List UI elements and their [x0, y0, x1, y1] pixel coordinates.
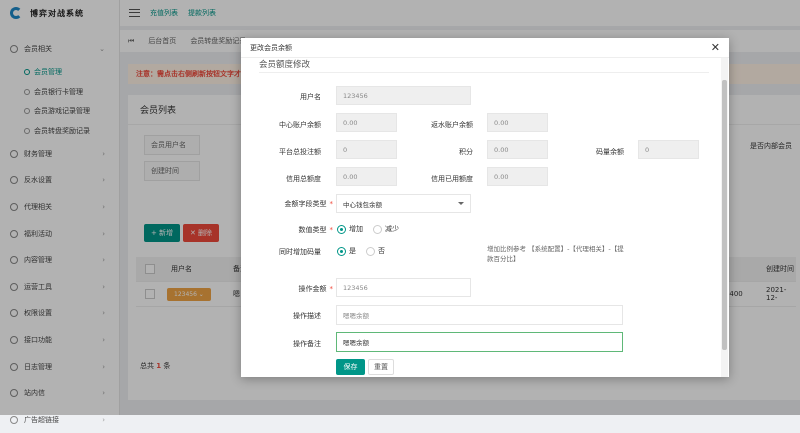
radio-yes-label: 是 — [349, 247, 356, 255]
dialog-scrollbar[interactable] — [721, 58, 728, 377]
save-button[interactable]: 保存 — [336, 359, 365, 375]
radio-yes[interactable]: 是 — [337, 246, 356, 256]
field-type-label: 金额字段类型 * — [241, 199, 334, 209]
num-type-label: 数值类型 * — [241, 225, 334, 235]
field-type-label-text: 金额字段类型 — [284, 200, 327, 208]
radio-subtract-label: 减少 — [385, 225, 399, 233]
dialog-body: 会员额度修改 用户名 123456 中心账户余额 0.00 返水账户余额 0.0… — [241, 58, 721, 377]
menu-icon — [10, 415, 18, 424]
rebate-balance-field: 0.00 — [487, 113, 548, 132]
platform-bet-label: 平台总投注额 — [279, 148, 321, 156]
radio-no-label: 否 — [378, 247, 385, 255]
username-field: 123456 — [336, 86, 471, 105]
caret-down-icon — [458, 202, 464, 205]
num-type-radio-group: 增加 减少 — [337, 224, 399, 234]
section-title: 会员额度修改 — [259, 58, 709, 73]
username-label: 用户名 — [300, 93, 321, 101]
scrollbar-thumb[interactable] — [722, 80, 727, 350]
radio-add[interactable]: 增加 — [337, 224, 363, 234]
ratio-hint: 增加比例参考 【系统配置】-【代理相关】-【提款百分比】 — [487, 245, 624, 263]
radio-add-label: 增加 — [349, 225, 363, 233]
dialog-title: 更改会员余额 — [241, 38, 729, 58]
required-mark: * — [329, 285, 334, 293]
credit-total-field: 0.00 — [336, 167, 397, 186]
credit-used-label: 信用已用额度 — [431, 175, 473, 183]
code-balance-label: 码量余额 — [596, 148, 624, 156]
amount-label: 操作金额 * — [241, 284, 334, 294]
add-code-label: 同时增加码量 — [279, 248, 321, 256]
radio-no[interactable]: 否 — [366, 246, 385, 256]
field-type-value: 中心钱包余额 — [343, 200, 382, 209]
platform-bet-field: 0 — [336, 140, 397, 159]
radio-checked-icon — [337, 224, 346, 234]
code-balance-field: 0 — [638, 140, 699, 159]
center-balance-field: 0.00 — [336, 113, 397, 132]
radio-unchecked-icon — [366, 246, 375, 256]
remark-label: 操作备注 — [293, 340, 321, 348]
required-mark: * — [329, 200, 334, 208]
num-type-label-text: 数值类型 — [298, 226, 327, 234]
rebate-balance-label: 返水账户余额 — [431, 121, 473, 129]
credit-total-label: 信用总额度 — [286, 175, 321, 183]
radio-subtract[interactable]: 减少 — [373, 224, 399, 234]
credit-used-field: 0.00 — [487, 167, 548, 186]
sidebar-item-label: 广告超链接 — [24, 415, 59, 424]
field-type-select[interactable]: 中心钱包余额 — [336, 194, 471, 213]
close-icon[interactable]: ✕ — [711, 42, 720, 54]
add-code-radio-group: 是 否 — [337, 246, 385, 256]
chevron-right-icon: › — [102, 415, 105, 424]
reset-button[interactable]: 重置 — [368, 359, 394, 375]
radio-checked-icon — [337, 246, 346, 256]
edit-balance-dialog: 更改会员余额 ✕ 会员额度修改 用户名 123456 中心账户余额 0.00 返… — [241, 38, 729, 377]
desc-label: 操作描述 — [293, 312, 321, 320]
points-label: 积分 — [459, 148, 473, 156]
radio-unchecked-icon — [373, 224, 382, 234]
center-balance-label: 中心账户余额 — [279, 121, 321, 129]
amount-label-text: 操作金额 — [298, 285, 327, 293]
desc-input[interactable]: 嗯嗯余额 — [336, 305, 623, 325]
required-mark: * — [329, 226, 334, 234]
remark-input[interactable]: 嗯嗯余额 — [336, 332, 623, 352]
points-field: 0.00 — [487, 140, 548, 159]
amount-input[interactable]: 123456 — [336, 278, 471, 297]
